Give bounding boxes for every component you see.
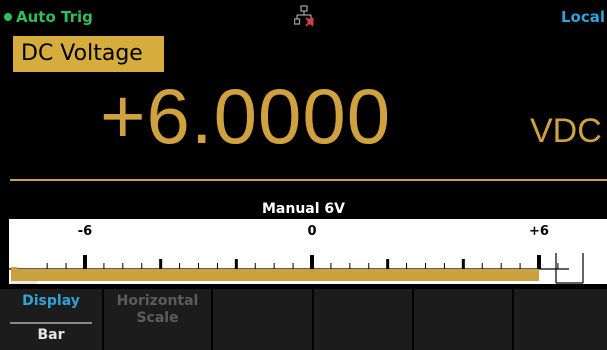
bar-tick: [46, 263, 48, 269]
softkey-5[interactable]: [414, 289, 512, 350]
bar-tick: [310, 255, 314, 269]
bar-tick: [406, 263, 408, 269]
bar-tick: [461, 259, 465, 269]
softkey-bar: Display Bar Horizontal Scale: [0, 289, 607, 350]
bar-tick: [481, 263, 483, 269]
bar-tick: [292, 263, 294, 269]
bar-tick: [83, 255, 87, 269]
bar-tick: [198, 263, 199, 269]
bar-fill: [11, 269, 539, 281]
softkey-display-value: Bar: [37, 327, 65, 343]
softkey-4[interactable]: [314, 289, 412, 350]
bar-tick: [254, 263, 256, 269]
bar-tick: [368, 263, 370, 269]
softkey-display[interactable]: Display Bar: [0, 289, 102, 350]
status-bar: Auto Trig Local: [0, 0, 607, 33]
bar-tick: [386, 259, 390, 269]
bar-scale: [9, 253, 584, 284]
bar-tick: [65, 263, 67, 269]
bar-underline: [11, 281, 37, 284]
bar-tick: [500, 263, 502, 269]
softkey-horizontal-scale[interactable]: Horizontal Scale: [104, 289, 211, 350]
bar-meter: -6 0 +6: [9, 219, 607, 284]
softkey-divider: [10, 322, 92, 324]
bar-start-marker: [11, 267, 17, 281]
bar-tick: [122, 263, 124, 269]
bar-tick: [179, 263, 181, 269]
bar-tick: [216, 263, 218, 269]
range-label: Manual 6V: [261, 201, 345, 217]
bar-tick: [159, 259, 163, 269]
softkey-horizontal-label: Horizontal: [116, 293, 199, 309]
softkey-scale-label: Scale: [136, 310, 179, 326]
lan-network-icon: [294, 5, 314, 27]
bar-tick: [141, 263, 143, 269]
bar-tick: [349, 263, 351, 269]
reading-unit: VDC: [530, 112, 602, 150]
bar-tick: [519, 263, 521, 269]
bar-tick: [273, 263, 275, 269]
bar-tick: [537, 255, 541, 269]
bar-tick: [443, 263, 445, 269]
main-reading: +6.0000: [100, 72, 392, 160]
bar-tick: [557, 263, 559, 269]
softkey-3[interactable]: [213, 289, 312, 350]
trigger-indicator-icon: [4, 13, 12, 21]
trigger-mode-label: Auto Trig: [16, 8, 93, 26]
display-divider: [10, 179, 607, 181]
bar-tick: [234, 259, 238, 269]
bar-tick: [425, 263, 426, 269]
bar-tick: [330, 263, 332, 269]
softkey-6[interactable]: [514, 289, 607, 350]
bar-tick: [103, 263, 105, 269]
softkey-display-label: Display: [22, 293, 80, 309]
remote-local-status: Local: [561, 8, 606, 26]
